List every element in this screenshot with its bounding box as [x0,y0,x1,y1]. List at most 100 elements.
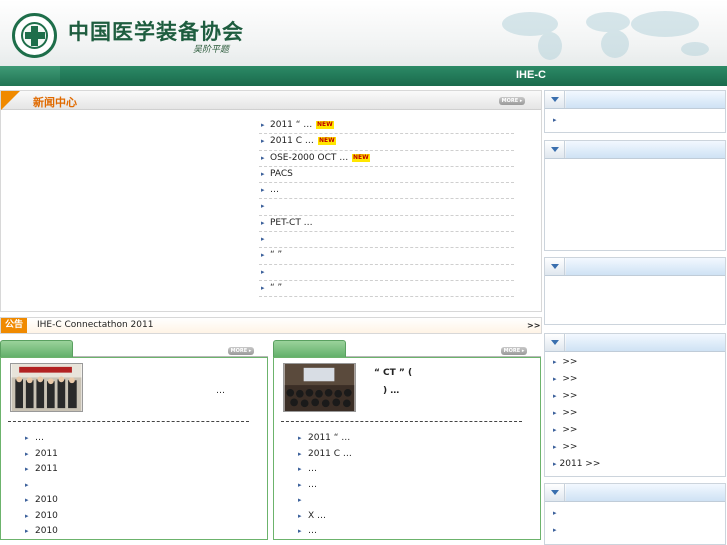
association-seal-logo[interactable] [12,13,57,58]
list-item[interactable]: ▸ 2011 C … [298,447,518,463]
right-list-item-link[interactable]: >> [560,391,577,401]
right-list-item[interactable]: ▸ >> [553,442,577,452]
panel-b-feature-subtitle: ) … [383,386,400,396]
right-list-item[interactable]: ▸ >> [553,374,577,384]
bullet-arrow-icon: ▸ [553,460,557,468]
collapse-triangle-icon [551,147,559,152]
bullet-arrow-icon: ▸ [261,218,265,227]
list-item[interactable]: ▸ … [25,431,245,447]
right-box-5-header[interactable] [545,484,725,502]
bullet-arrow-icon: ▸ [261,137,265,146]
list-item-link[interactable]: 2010 [35,493,58,508]
right-box-1: ▸ [544,90,726,133]
list-item-link[interactable]: 2010 [35,509,58,524]
panel-b-more-button[interactable]: MORE ▸ [501,347,527,355]
right-list-item-link[interactable]: >> [560,374,577,384]
list-item[interactable]: ▸ X … [298,509,518,525]
bullet-arrow-icon: ▸ [25,465,29,473]
group-photo-image[interactable] [10,363,83,412]
news-item-link[interactable]: “ ” [270,248,282,263]
bullet-arrow-icon: ▸ [25,511,29,520]
right-box-1-toggle[interactable] [545,91,565,108]
news-list-item[interactable]: ▸ 2011 C … NEW [259,134,514,151]
news-list-item[interactable]: ▸ [259,199,514,216]
right-box-2-header[interactable] [545,141,725,159]
news-list-item[interactable]: ▸ 2011 “ … NEW [259,118,514,135]
news-item-link[interactable]: 2011 “ … [270,118,312,133]
news-list-item[interactable]: ▸ “ ” [259,281,514,298]
right-list-item-link[interactable]: 2011 >> [560,459,601,469]
news-list-item[interactable]: ▸ [259,232,514,249]
right-list-item[interactable]: ▸ 2011 >> [553,459,600,469]
right-list-item[interactable]: ▸ [553,508,560,518]
list-item[interactable]: ▸ … [298,524,518,540]
right-box-2-toggle[interactable] [545,141,565,158]
list-item-link[interactable]: 2010 [35,524,58,539]
list-item-link[interactable]: … [308,524,317,539]
news-item-link[interactable]: PET-CT … [270,216,313,231]
news-item-link[interactable]: OSE-2000 OCT … [270,151,348,166]
news-list-item[interactable]: ▸ OSE-2000 OCT … NEW [259,151,514,167]
list-item[interactable]: ▸ … [298,478,518,494]
right-box-3-header[interactable] [545,258,725,276]
panel-b-feature-title[interactable]: “ CT ” ( [374,368,412,378]
bullet-arrow-icon: ▸ [25,527,29,535]
bullet-arrow-icon: ▸ [25,496,29,504]
bullet-arrow-icon: ▸ [25,434,29,442]
list-item-link[interactable]: 2011 [35,447,58,462]
list-item-link[interactable]: 2011 “ … [308,431,350,446]
list-item-link[interactable]: X … [308,509,326,524]
right-box-4-toggle[interactable] [545,334,565,351]
panel-b-tab[interactable] [273,340,346,357]
panel-a-body: … ▸ … ▸ 2011 ▸ 2011 ▸ ▸ 2010 ▸ 2010 ▸ 2010 [0,357,268,540]
list-item[interactable]: ▸ … [298,462,518,478]
right-box-5-toggle[interactable] [545,484,565,501]
right-list-item-link[interactable]: >> [560,408,577,418]
news-item-link[interactable]: PACS [270,167,293,182]
bullet-arrow-icon: ▸ [261,121,265,129]
news-item-link[interactable]: 2011 C … [270,134,314,149]
seal-cross-horizontal [25,32,45,39]
news-list-item[interactable]: ▸ “ ” [259,248,514,265]
list-item[interactable]: ▸ 2010 [25,509,245,525]
list-item-link[interactable]: … [35,431,44,446]
news-list-item[interactable]: ▸ PACS [259,167,514,184]
list-item[interactable]: ▸ 2010 [25,493,245,509]
nav-link-ihe-c[interactable]: IHE-C [516,69,546,81]
notice-link[interactable]: IHE-C Connectathon 2011 [37,320,153,330]
right-list-item[interactable]: ▸ >> [553,408,577,418]
news-list-item[interactable]: ▸ … [259,183,514,200]
right-list-item-link[interactable]: >> [560,425,577,435]
right-list-item[interactable]: ▸ >> [553,357,577,367]
conference-photo-image[interactable] [283,363,356,412]
news-more-button[interactable]: MORE ▸ [499,97,525,105]
list-item-link[interactable]: … [308,462,317,477]
notice-more-link[interactable]: >> [527,321,540,330]
list-item[interactable]: ▸ 2011 “ … [298,431,518,447]
news-item-link[interactable]: … [270,183,279,198]
right-list-item-link[interactable]: >> [560,357,577,367]
right-list-item[interactable]: ▸ >> [553,425,577,435]
right-list-item-link[interactable]: >> [560,442,577,452]
right-list-item[interactable]: ▸ >> [553,391,577,401]
list-item[interactable]: ▸ 2011 [25,462,245,478]
list-item-link[interactable]: … [308,478,317,493]
right-list-item[interactable]: ▸ [553,115,560,125]
list-item-link[interactable]: 2011 C … [308,447,352,462]
news-item-link[interactable]: “ ” [270,281,282,296]
right-box-4-header[interactable] [545,334,725,352]
list-item[interactable]: ▸ 2011 [25,447,245,463]
list-item[interactable]: ▸ [298,493,518,509]
list-item[interactable]: ▸ [25,478,245,494]
notice-label: 公告 [1,318,27,333]
news-list-item[interactable]: ▸ [259,265,514,281]
list-item-link[interactable]: 2011 [35,462,58,477]
right-list-item[interactable]: ▸ [553,525,560,535]
news-list-item[interactable]: ▸ PET-CT … [259,216,514,233]
right-box-1-header[interactable] [545,91,725,109]
panel-a-tab[interactable] [0,340,73,357]
news-center-panel: 新闻中心 MORE ▸ ▸ 2011 “ … NEW ▸ 2011 C … NEW ▸ OS… [0,90,542,312]
panel-a-more-button[interactable]: MORE ▸ [228,347,254,355]
right-box-3-toggle[interactable] [545,258,565,275]
list-item[interactable]: ▸ 2010 [25,524,245,540]
